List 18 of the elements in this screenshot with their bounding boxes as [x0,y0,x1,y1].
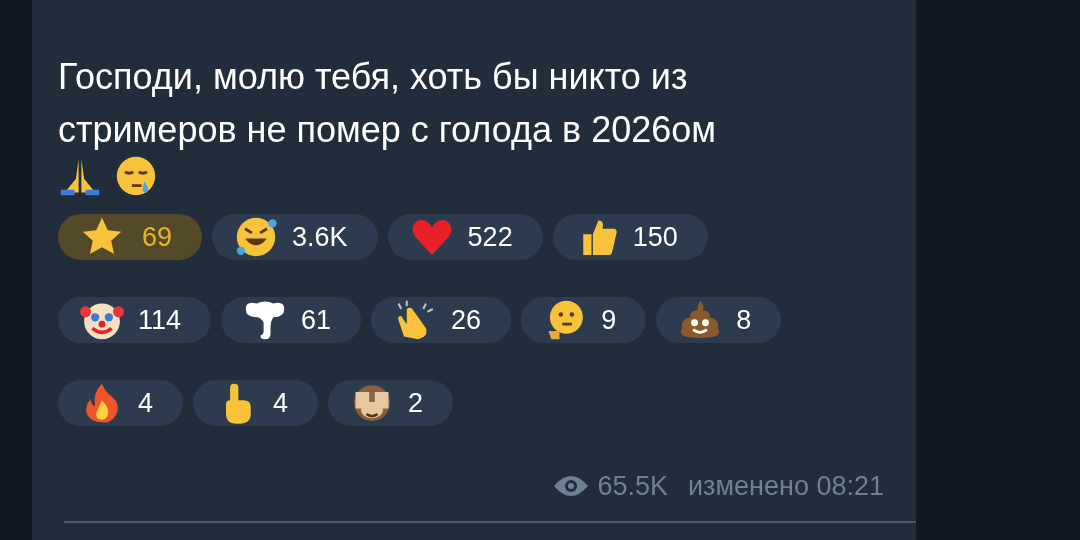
reaction-button[interactable]: 8 [656,297,782,343]
reaction-button[interactable]: 2 [328,380,454,426]
eye-icon [553,474,590,499]
sleepy-face-icon [114,154,158,198]
view-count: 65.5K [597,470,669,503]
laughing-face-icon [234,215,279,259]
edited-time: изменено 08:21 [688,470,884,503]
reaction-button[interactable]: 522 [387,214,543,260]
reaction-button[interactable]: 69 [58,214,203,260]
reaction-button[interactable]: 3.6K [212,214,378,260]
message-text: Господи, молю тебя, хоть бы никто из стримеров не помер с голода в 2026ом [58,55,717,152]
reaction-button[interactable]: 150 [552,214,708,260]
reaction-button[interactable]: 9 [521,297,647,343]
reaction-button[interactable]: 4 [193,380,319,426]
reaction-button[interactable]: 61 [221,297,362,343]
reaction-button[interactable]: 114 [58,297,212,343]
reaction-button[interactable]: 4 [58,380,184,426]
reaction-button[interactable]: 26 [371,297,512,343]
